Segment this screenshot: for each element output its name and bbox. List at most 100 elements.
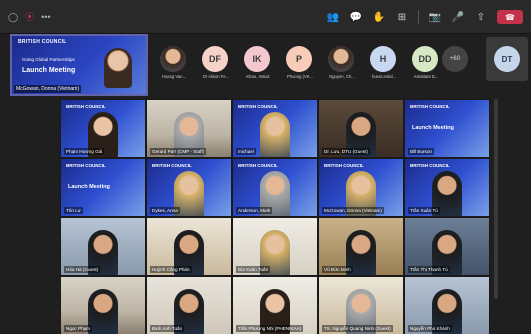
participant-avatar-item[interactable]: Hhuent.enkd...: [363, 46, 405, 86]
record-icon: ⦿: [25, 12, 35, 22]
participant-video: [260, 112, 290, 157]
participant-name: Nguyen, Ch...: [329, 74, 355, 79]
tile-name: Anderson, Mark: [236, 207, 273, 214]
tile-name: Trần Phương Nhi (PHENIKAA): [236, 325, 304, 332]
slide-title: Launch Meeting: [68, 184, 110, 190]
teams-meeting-window: ◯ ⦿ ••• 👥 💬 ✋ ⊞ 📷 🎤 ⇧ ☎ BRITISH COUNCIL …: [0, 0, 531, 334]
slide-logo: BRITISH COUNCIL: [324, 163, 364, 168]
video-gallery: BRITISH COUNCIL Phạm Hương Giả Gerard Parr…: [60, 99, 490, 334]
participant-video: [88, 289, 118, 334]
tile-name: McGowan, Donna (Vietnam): [322, 207, 384, 214]
tile-name: Dykes, Anna: [150, 207, 180, 214]
video-tile[interactable]: Bùi Xuân Tuấn: [232, 217, 318, 276]
presenter-video: [104, 48, 132, 88]
video-tile[interactable]: BRITISH COUNCIL McGowan, Donna (Vietnam): [318, 158, 404, 217]
tile-name: Hòa Hà (Guest): [64, 266, 101, 273]
toolbar-divider: [418, 10, 419, 24]
video-tile[interactable]: Ngọc Phạm: [60, 276, 146, 334]
avatar: [160, 46, 186, 72]
more-icon[interactable]: •••: [41, 12, 50, 22]
slide-logo: BRITISH COUNCIL: [410, 104, 450, 109]
tile-name: Vũ Đức Minh: [322, 266, 353, 273]
tile-name: TS. Nguyễn Quang Ninh (Guest): [322, 325, 393, 332]
slide-logo: BRITISH COUNCIL: [66, 104, 106, 109]
presenter-slide-subtitle: Going Global Partnerships: [22, 57, 75, 62]
participant-avatar-item[interactable]: Nguyen, Ch...: [321, 46, 363, 86]
shield-icon: ◯: [8, 12, 19, 22]
video-tile[interactable]: BRITISH COUNCIL michael: [232, 99, 318, 158]
slide-logo: BRITISH COUNCIL: [66, 163, 106, 168]
participant-name: Phuong (VK...: [286, 74, 314, 79]
leave-button[interactable]: ☎: [497, 10, 523, 24]
slide-logo: BRITISH COUNCIL: [152, 163, 192, 168]
tile-name: Đinh Anh Tuấn: [150, 325, 185, 332]
tile-name: Nguyễn Phú Khánh: [408, 325, 452, 332]
video-tile[interactable]: Gerard Parr (CMP - Staff): [146, 99, 232, 158]
avatar: [328, 46, 354, 72]
slide-logo: BRITISH COUNCIL: [238, 104, 278, 109]
video-tile[interactable]: Nguyễn Phú Khánh: [404, 276, 490, 334]
video-tile[interactable]: TS. Nguyễn Quang Ninh (Guest): [318, 276, 404, 334]
avatar: DF: [202, 46, 228, 72]
participant-name: Khan, Imtiaz: [246, 74, 270, 79]
self-view[interactable]: DT: [486, 37, 528, 81]
presenter-name: McGowan, Donna (Vietnam): [14, 85, 81, 93]
video-tile[interactable]: BRITISH COUNCIL Phạm Hương Giả: [60, 99, 146, 158]
react-icon[interactable]: ✋: [372, 10, 386, 24]
more-participants-button[interactable]: +60: [442, 46, 468, 72]
video-tile[interactable]: BRITISH COUNCIL Launch Meeting Tôn Lư: [60, 158, 146, 217]
toolbar-right: 👥 💬 ✋ ⊞ 📷 🎤 ⇧ ☎: [326, 10, 523, 24]
chat-icon[interactable]: 💬: [349, 10, 363, 24]
participant-name: Dr Alison Fe...: [202, 74, 230, 79]
tile-name: Bill Burson: [408, 148, 434, 155]
tile-name: Ngọc Phạm: [64, 325, 93, 332]
participant-strip: BRITISH COUNCIL Going Global Partnership…: [0, 34, 531, 98]
video-tile[interactable]: BRITISH COUNCIL Anderson, Mark: [232, 158, 318, 217]
camera-icon[interactable]: 📷: [428, 10, 442, 24]
video-tile[interactable]: Vũ Đức Minh: [318, 217, 404, 276]
video-tile[interactable]: Hòa Hà (Guest): [60, 217, 146, 276]
participant-avatars: Hoang Van... DF Dr Alison Fe... IK Khan, Imt…: [153, 46, 447, 86]
avatar: IK: [244, 46, 270, 72]
video-tile[interactable]: BRITISH COUNCIL Trần Xuân Tú: [404, 158, 490, 217]
video-tile[interactable]: Huỳnh Công Phán: [146, 217, 232, 276]
tile-name: Trần Thị Thanh Tú: [408, 266, 450, 273]
tile-name: michael: [236, 148, 256, 155]
video-tile[interactable]: BRITISH COUNCIL Launch Meeting Bill Burson: [404, 99, 490, 158]
participant-avatar-item[interactable]: P Phuong (VK...: [279, 46, 321, 86]
tile-name: Tôn Lư: [64, 207, 83, 214]
participant-name: Assistant D...: [413, 74, 439, 79]
slide-logo: BRITISH COUNCIL: [410, 163, 450, 168]
gallery-scrollbar[interactable]: [494, 99, 498, 299]
participant-name: huent.enkd...: [371, 74, 397, 79]
slide-logo: BRITISH COUNCIL: [238, 163, 278, 168]
tile-name: Bùi Xuân Tuấn: [236, 266, 271, 273]
tile-name: Gerard Parr (CMP - Staff): [150, 148, 207, 155]
video-tile[interactable]: Trần Thị Thanh Tú: [404, 217, 490, 276]
toolbar-left: ◯ ⦿ •••: [8, 12, 51, 22]
participant-avatar-item[interactable]: IK Khan, Imtiaz: [237, 46, 279, 86]
tile-name: Dr. Lưu, DTU (Guest): [322, 148, 370, 155]
people-icon[interactable]: 👥: [326, 10, 340, 24]
participant-avatar-item[interactable]: DD Assistant D...: [405, 46, 447, 86]
video-tile[interactable]: Đinh Anh Tuấn: [146, 276, 232, 334]
participant-name: Hoang Van...: [161, 74, 187, 79]
meeting-toolbar: ◯ ⦿ ••• 👥 💬 ✋ ⊞ 📷 🎤 ⇧ ☎: [0, 0, 531, 34]
view-icon[interactable]: ⊞: [395, 10, 409, 24]
mic-icon[interactable]: 🎤: [451, 10, 465, 24]
presenter-slide-logo: BRITISH COUNCIL: [18, 39, 67, 45]
participant-avatar-item[interactable]: Hoang Van...: [153, 46, 195, 86]
video-tile[interactable]: BRITISH COUNCIL Dykes, Anna: [146, 158, 232, 217]
tile-name: Huỳnh Công Phán: [150, 266, 192, 273]
video-tile[interactable]: Dr. Lưu, DTU (Guest): [318, 99, 404, 158]
tile-name: Trần Xuân Tú: [408, 207, 440, 214]
avatar: DD: [412, 46, 438, 72]
video-tile[interactable]: Trần Phương Nhi (PHENIKAA): [232, 276, 318, 334]
participant-avatar-item[interactable]: DF Dr Alison Fe...: [195, 46, 237, 86]
presenter-tile[interactable]: BRITISH COUNCIL Going Global Partnership…: [10, 34, 148, 96]
share-icon[interactable]: ⇧: [474, 10, 488, 24]
slide-title: Launch Meeting: [412, 125, 454, 131]
avatar: P: [286, 46, 312, 72]
tile-name: Phạm Hương Giả: [64, 148, 105, 155]
self-avatar: DT: [494, 46, 520, 72]
